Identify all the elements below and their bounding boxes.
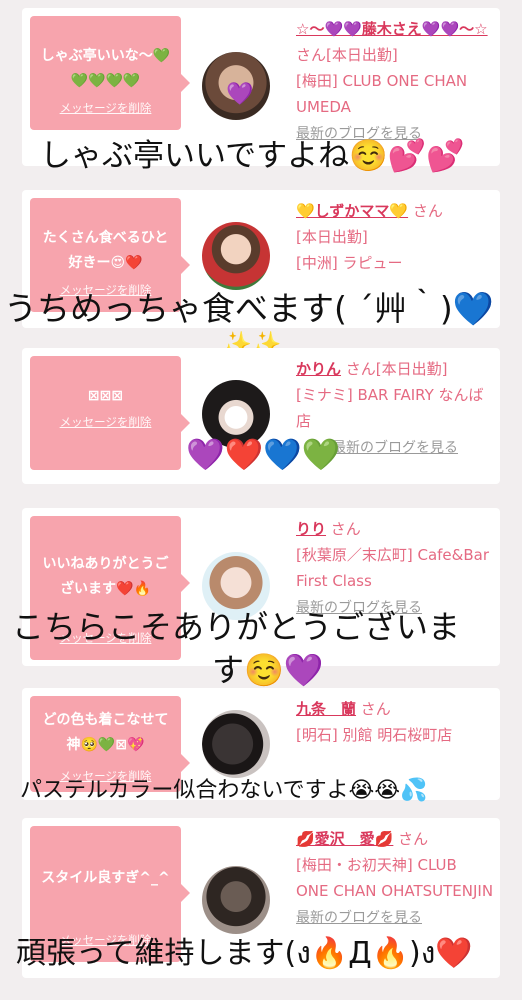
shop-location: [秋葉原／末広町] Cafe&Bar First Class [296, 546, 489, 590]
message-text: スタイル良すぎ^_^ [41, 870, 170, 886]
message-text: どの色も着こなせて神🥺💚⊠💖 [42, 712, 169, 753]
cast-status: さん [330, 520, 361, 538]
reply-caption: パステルカラー似合わないですよ😭😭💦 [20, 778, 428, 803]
reply-caption: す☺️💜 [212, 651, 324, 689]
reply-caption: 頑張って維持します(ง🔥Д🔥)ง❤️ [16, 936, 473, 971]
message-text: ⊠⊠⊠ [87, 388, 124, 404]
message-text: しゃぶ亭いいな〜💚💚💚💚💚 [40, 48, 171, 89]
message-text: たくさん食べるひと好きー😍❤️ [42, 230, 169, 271]
reply-caption: しゃぶ亭いいですよね☺️💕💕 [40, 138, 465, 174]
heart-sticker-icon: 💜 [226, 82, 254, 107]
cast-info: 💛しずかママ💛 さん [本日出勤] [中洲] ラピュー [296, 198, 494, 276]
avatar[interactable] [202, 866, 270, 934]
cast-name-link[interactable]: ☆〜💜💜藤木さえ💜💜〜☆ [296, 20, 488, 38]
delete-message-link[interactable]: メッセージを削除 [30, 414, 181, 430]
cast-status: さん [412, 202, 443, 220]
cast-name-link[interactable]: 💛しずかママ💛 [296, 202, 408, 220]
shop-location: [ミナミ] BAR FAIRY なんば店 [296, 386, 484, 430]
cast-status: さん [398, 830, 429, 848]
delete-message-link[interactable]: メッセージを削除 [30, 100, 181, 116]
avatar[interactable]: 💜 [202, 52, 270, 120]
shop-location: [梅田・お初天神] CLUB ONE CHAN OHATSUTENJIN [296, 856, 494, 900]
avatar[interactable] [202, 710, 270, 778]
cast-name-link[interactable]: りり [296, 520, 326, 538]
shop-location: [明石] 別館 明石桜町店 [296, 726, 453, 744]
reply-caption: うちめっちゃ食べます( ´艸｀)💙 [4, 289, 494, 328]
cast-status: さん [360, 700, 391, 718]
message-text: いいねありがとうございます❤️🔥 [42, 556, 169, 597]
cast-info: 💋愛沢 愛💋 さん [梅田・お初天神] CLUB ONE CHAN OHATSU… [296, 826, 494, 931]
cast-name-link[interactable]: かりん [296, 360, 341, 378]
cast-name-link[interactable]: 九条 蘭 [296, 700, 356, 718]
message-bubble: ⊠⊠⊠ メッセージを削除 [30, 356, 190, 470]
cast-attendance: [本日出勤] [296, 228, 368, 246]
message-bubble: しゃぶ亭いいな〜💚💚💚💚💚 メッセージを削除 [30, 16, 190, 130]
shop-location: [中洲] ラピュー [296, 254, 403, 272]
cast-name-link[interactable]: 💋愛沢 愛💋 [296, 830, 393, 848]
cast-status: さん[本日出勤] [345, 360, 448, 378]
cast-status: さん[本日出勤] [296, 46, 398, 64]
reply-caption: 💜❤️💙💚 [186, 437, 341, 473]
cast-info: 九条 蘭 さん [明石] 別館 明石桜町店 [296, 696, 494, 748]
cast-info: ☆〜💜💜藤木さえ💜💜〜☆ さん[本日出勤] [梅田] CLUB ONE CHAN… [296, 16, 494, 147]
shop-location: [梅田] CLUB ONE CHAN UMEDA [296, 72, 468, 116]
latest-blog-link[interactable]: 最新のブログを見る [296, 910, 422, 926]
reply-caption: こちらこそありがとうございま [12, 608, 461, 646]
avatar[interactable] [202, 222, 270, 290]
